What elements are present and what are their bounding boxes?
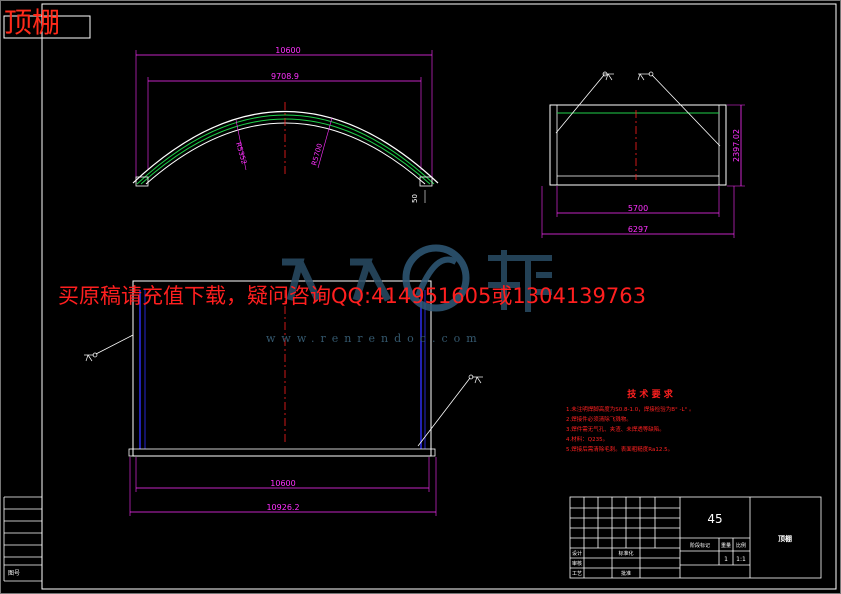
arc-green-1	[136, 114, 435, 185]
title-block-part-no: 45	[707, 512, 722, 526]
dim-radius-outer: R5700	[310, 143, 324, 167]
dim-overall-width: 10600	[275, 46, 300, 55]
plan-base-bar	[128, 448, 436, 457]
binding-strip	[3, 496, 42, 582]
tech-note-4: 4.材料：Q235。	[566, 435, 608, 443]
title-block-stage-label: 阶段标记	[690, 542, 710, 549]
title-block-name: 顶棚	[778, 534, 792, 543]
plan-view: 10600 10926.2	[84, 280, 483, 516]
title-block-std: 标准化	[618, 550, 633, 557]
side-frame	[549, 104, 727, 186]
tech-notes-title: 技 术 要 求	[627, 388, 673, 400]
dim-chord-width: 9708.9	[271, 72, 299, 81]
title-block-weight-label: 重量	[721, 542, 731, 549]
side-view: 2397.02 5700 6297	[541, 71, 745, 238]
arc-outer	[132, 110, 439, 184]
dim-plan-outer-width: 10926.2	[266, 503, 299, 512]
dim-side-inner-width: 5700	[628, 204, 648, 213]
tech-note-5: 5.焊接后需清除毛刺。表面粗糙度Ra12.5。	[566, 445, 673, 453]
binding-label: 图号	[8, 570, 20, 577]
title-block-checker: 审核	[572, 560, 582, 567]
title-block-designer: 设计	[572, 550, 582, 557]
dim-thickness: 50	[411, 194, 419, 203]
arc-green-2	[140, 118, 431, 185]
title-block-qty: 1	[724, 556, 728, 563]
tech-note-1: 1.未注明焊脚高度为S0.8-1.0，焊接检验为B° -L° 。	[566, 405, 695, 413]
tech-notes: 技 术 要 求 1.未注明焊脚高度为S0.8-1.0，焊接检验为B° -L° 。…	[566, 388, 695, 453]
title-block-scale: 1:1	[736, 556, 746, 563]
watermark-url: www.renrendoc.com	[266, 332, 483, 345]
tech-note-2: 2.焊接件必须清除飞溅物。	[566, 415, 632, 423]
dim-side-outer-width: 6297	[628, 225, 648, 234]
tech-note-3: 3.焊件需无气孔、夹渣、未焊透等缺陷。	[566, 425, 665, 433]
front-arc-view: 10600 9708.9 R5352 R5700 50	[132, 46, 439, 203]
drawing-title-tag: 顶棚	[4, 6, 61, 39]
title-block-craft: 工艺	[572, 571, 582, 577]
title-block-ratio-label: 比例	[736, 542, 746, 549]
arc-inner	[145, 122, 426, 185]
dim-plan-inner-width: 10600	[270, 479, 295, 488]
dim-radius-inner: R5352	[234, 141, 248, 165]
dim-side-height: 2397.02	[732, 129, 741, 162]
watermark-notice: 买原稿请充值下载，疑问咨询QQ:414951605或1304139763	[58, 284, 646, 308]
title-block-approve: 批准	[621, 570, 631, 577]
